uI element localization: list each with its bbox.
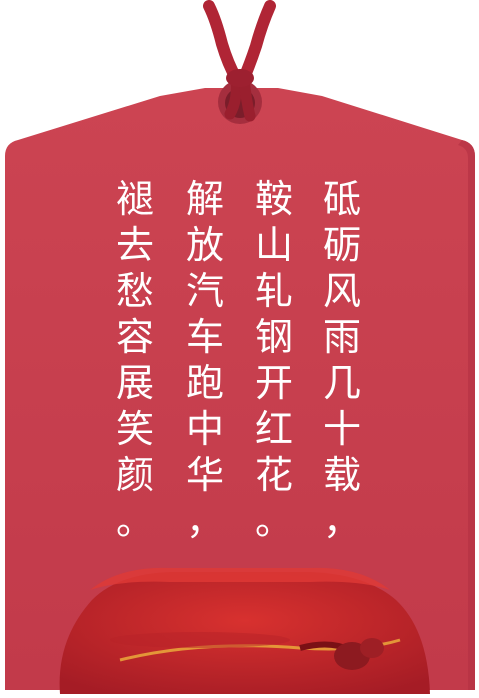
poem-line-3: 解放汽车跑中华，: [185, 177, 224, 543]
poem-line-1: 砥砺风雨几十载，: [322, 177, 361, 543]
poem: 砥砺风雨几十载， 鞍山轧钢开红花。解放汽车跑中华， 褪去愁容展笑颜。: [0, 176, 479, 556]
lucky-bag-icon: [59, 567, 430, 694]
poem-line-4: 褪去愁容展笑颜。: [115, 177, 154, 543]
poem-line-2: 鞍山轧钢开红花。: [254, 177, 293, 543]
wish-tag-card: 砥砺风雨几十载， 鞍山轧钢开红花。解放汽车跑中华， 褪去愁容展笑颜。: [0, 0, 479, 694]
